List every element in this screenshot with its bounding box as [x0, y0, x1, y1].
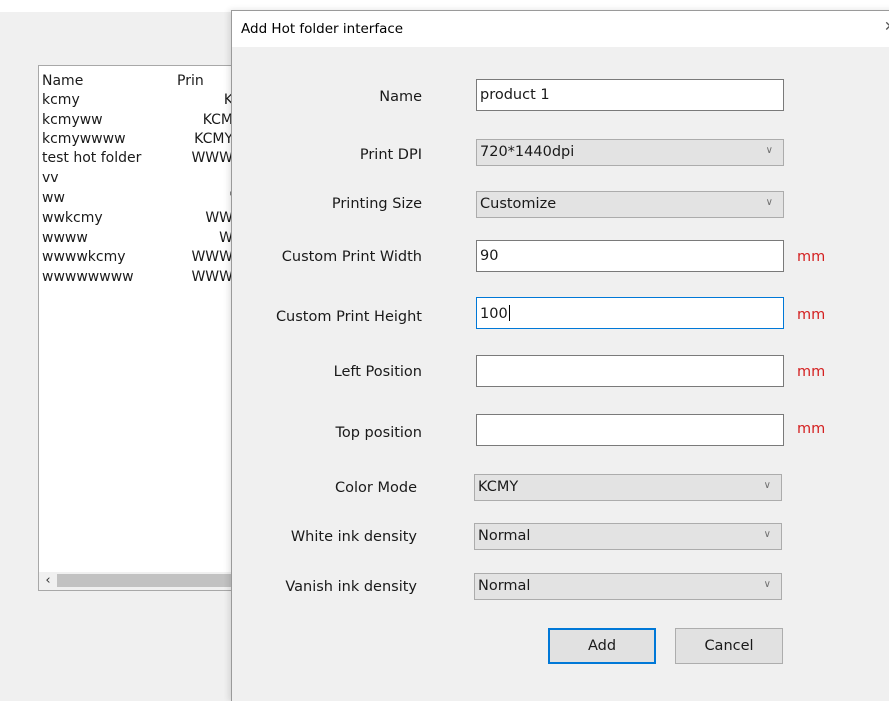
top-position-label: Top position	[335, 425, 422, 441]
chevron-down-icon: ∨	[765, 197, 773, 208]
list-item-name: wwkcmy	[42, 210, 103, 226]
list-item[interactable]: kcmywwww KCMY	[39, 131, 237, 150]
dialog-title: Add Hot folder interface	[241, 21, 404, 37]
top-position-unit: mm	[797, 421, 826, 437]
list-item[interactable]: wwwwwwww WWW	[39, 269, 237, 288]
list-item[interactable]: ww '	[39, 190, 237, 209]
hot-folder-list[interactable]: Name Prin kcmy K kcmyww KCM kcmywwww KCM…	[38, 65, 238, 591]
print-dpi-label: Print DPI	[359, 147, 422, 163]
list-item-name: kcmyww	[42, 112, 103, 128]
printing-size-select[interactable]: Customize ∨	[476, 191, 784, 218]
chevron-left-icon[interactable]: ‹	[41, 572, 55, 590]
printing-size-label: Printing Size	[331, 196, 422, 212]
cancel-button[interactable]: Cancel	[675, 628, 783, 664]
list-item-print: WW	[205, 210, 233, 226]
name-input[interactable]: product 1	[476, 79, 784, 111]
list-item-name: vv	[42, 170, 59, 186]
list-item-name: wwwwwwww	[42, 269, 134, 285]
custom-print-width-label: Custom Print Width	[281, 249, 422, 265]
list-item-name: ww	[42, 190, 65, 206]
list-item[interactable]: kcmyww KCM	[39, 112, 237, 131]
white-ink-density-select[interactable]: Normal ∨	[474, 523, 782, 550]
custom-print-width-input[interactable]: 90	[476, 240, 784, 272]
horizontal-scrollbar[interactable]: ‹	[39, 572, 237, 590]
list-item-print: WWW	[191, 269, 233, 285]
vanish-ink-density-label: Vanish ink density	[285, 579, 417, 595]
chevron-down-icon: ∨	[763, 529, 771, 540]
list-item[interactable]: wwwwkcmy WWW	[39, 249, 237, 268]
list-item[interactable]: wwww W	[39, 230, 237, 249]
custom-print-height-value: 100	[480, 306, 508, 322]
scrollbar-thumb[interactable]	[57, 574, 235, 587]
list-item-name: wwwwkcmy	[42, 249, 126, 265]
vanish-ink-density-select[interactable]: Normal ∨	[474, 573, 782, 600]
column-header-name[interactable]: Name	[42, 73, 83, 89]
column-header-print[interactable]: Prin	[177, 73, 204, 89]
list-item-name: kcmywwww	[42, 131, 126, 147]
color-mode-select[interactable]: KCMY ∨	[474, 474, 782, 501]
left-position-unit: mm	[797, 364, 826, 380]
width-unit: mm	[797, 249, 826, 265]
custom-print-height-label: Custom Print Height	[275, 309, 422, 325]
name-label: Name	[379, 89, 422, 105]
custom-print-height-input[interactable]: 100	[476, 297, 784, 329]
white-ink-density-value: Normal	[478, 528, 531, 544]
white-ink-density-label: White ink density	[290, 529, 417, 545]
list-item-name: wwww	[42, 230, 88, 246]
printing-size-value: Customize	[480, 196, 557, 212]
list-item-print: KCMY	[194, 131, 233, 147]
dialog-titlebar[interactable]: Add Hot folder interface ✕	[232, 11, 889, 47]
add-hot-folder-dialog: Add Hot folder interface ✕ Name product …	[231, 10, 889, 701]
list-item[interactable]: vv	[39, 170, 237, 189]
color-mode-value: KCMY	[478, 479, 519, 495]
list-item-print: WWW	[191, 249, 233, 265]
list-item-name: test hot folder	[42, 150, 142, 166]
list-item-print: KCM	[202, 112, 233, 128]
height-unit: mm	[797, 307, 826, 323]
add-button[interactable]: Add	[548, 628, 656, 664]
list-item[interactable]: kcmy K	[39, 92, 237, 111]
chevron-down-icon: ∨	[763, 579, 771, 590]
left-position-label: Left Position	[333, 364, 422, 380]
top-position-input[interactable]	[476, 414, 784, 446]
close-icon[interactable]: ✕	[884, 19, 889, 35]
chevron-down-icon: ∨	[763, 480, 771, 491]
list-item[interactable]: wwkcmy WW	[39, 210, 237, 229]
print-dpi-value: 720*1440dpi	[480, 144, 575, 160]
text-caret	[508, 305, 510, 321]
vanish-ink-density-value: Normal	[478, 578, 531, 594]
chevron-down-icon: ∨	[765, 145, 773, 156]
print-dpi-select[interactable]: 720*1440dpi ∨	[476, 139, 784, 166]
color-mode-label: Color Mode	[335, 480, 417, 496]
left-position-input[interactable]	[476, 355, 784, 387]
list-item-print: WWW	[191, 150, 233, 166]
list-item-name: kcmy	[42, 92, 80, 108]
list-header: Name Prin	[39, 73, 237, 92]
list-item[interactable]: test hot folder WWW	[39, 150, 237, 169]
